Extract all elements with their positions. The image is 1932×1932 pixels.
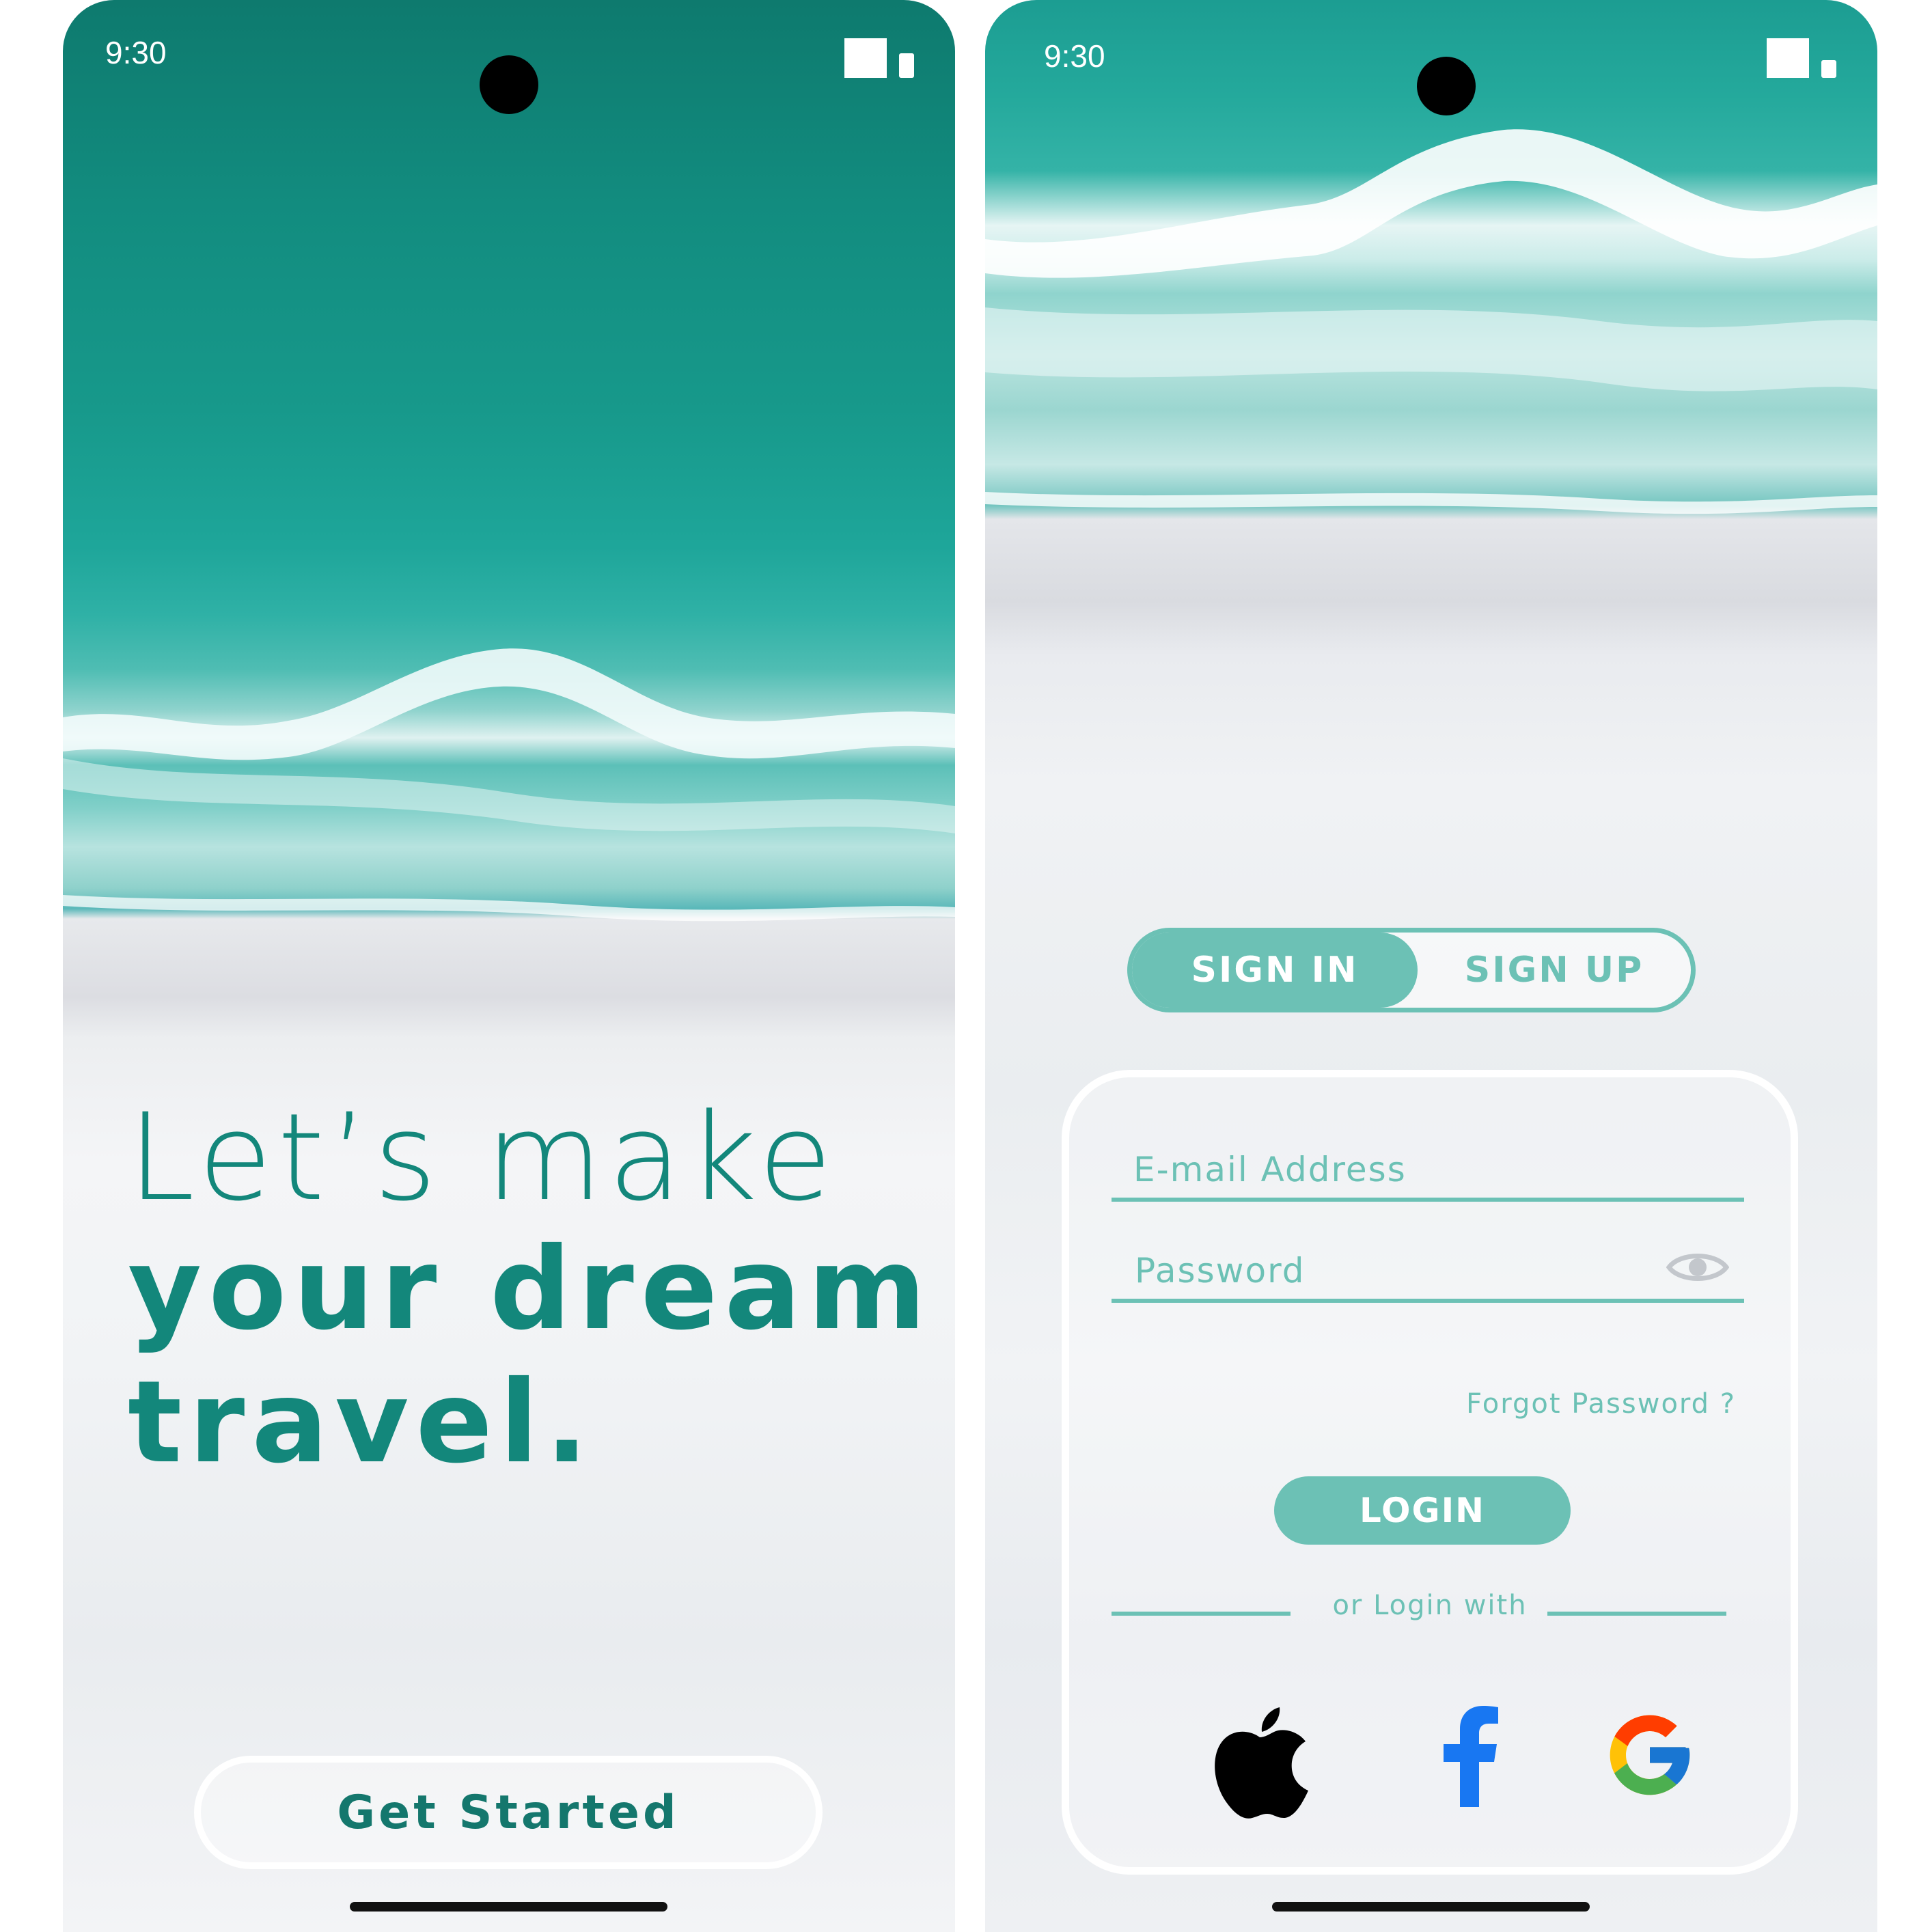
battery-icon bbox=[899, 53, 914, 78]
divider-right bbox=[1547, 1612, 1726, 1616]
wave-foam bbox=[63, 648, 955, 922]
status-time: 9:30 bbox=[105, 35, 167, 70]
or-login-with-text: or Login with bbox=[1332, 1590, 1528, 1621]
signal-icon bbox=[844, 38, 887, 78]
eye-icon[interactable] bbox=[1666, 1248, 1730, 1289]
home-indicator bbox=[1272, 1902, 1590, 1912]
auth-tab-switch: SIGN IN SIGN UP bbox=[1127, 928, 1696, 1012]
email-placeholder: E-mail Address bbox=[1133, 1150, 1407, 1189]
apple-icon[interactable] bbox=[1209, 1706, 1311, 1826]
wave-foam bbox=[985, 129, 1877, 514]
facebook-icon[interactable] bbox=[1439, 1705, 1501, 1810]
headline-line-1: Let’s make bbox=[128, 1088, 838, 1228]
tab-sign-up[interactable]: SIGN UP bbox=[1418, 933, 1691, 1008]
battery-icon bbox=[1821, 60, 1836, 78]
tab-sign-in[interactable]: SIGN IN bbox=[1132, 933, 1418, 1008]
status-time: 9:30 bbox=[1044, 38, 1105, 74]
status-icons bbox=[844, 38, 914, 78]
get-started-button[interactable]: Get Started bbox=[194, 1756, 823, 1869]
home-indicator bbox=[350, 1902, 667, 1912]
headline: Let’s make your dream travel. bbox=[128, 1093, 933, 1489]
headline-line-3: travel. bbox=[128, 1357, 595, 1489]
password-field[interactable]: Password bbox=[1112, 1251, 1744, 1303]
google-icon[interactable] bbox=[1602, 1707, 1698, 1806]
password-placeholder: Password bbox=[1135, 1251, 1306, 1291]
headline-line-2: your dream bbox=[128, 1224, 933, 1355]
forgot-password-link[interactable]: Forgot Password ? bbox=[1466, 1388, 1736, 1420]
welcome-screen: 9:30 Let’s make your dream travel. Get S… bbox=[63, 0, 955, 1932]
email-field[interactable]: E-mail Address bbox=[1112, 1150, 1744, 1202]
login-card: E-mail Address Password Forgot Password … bbox=[1062, 1070, 1798, 1875]
signin-screen: 9:30 SIGN IN SIGN UP E-mail Address Pass… bbox=[985, 0, 1877, 1932]
login-button[interactable]: LOGIN bbox=[1274, 1476, 1571, 1545]
beach-background bbox=[63, 0, 955, 1932]
camera-cutout bbox=[1417, 57, 1476, 115]
signal-icon bbox=[1767, 38, 1809, 78]
status-icons bbox=[1767, 38, 1836, 78]
camera-cutout bbox=[480, 55, 538, 114]
